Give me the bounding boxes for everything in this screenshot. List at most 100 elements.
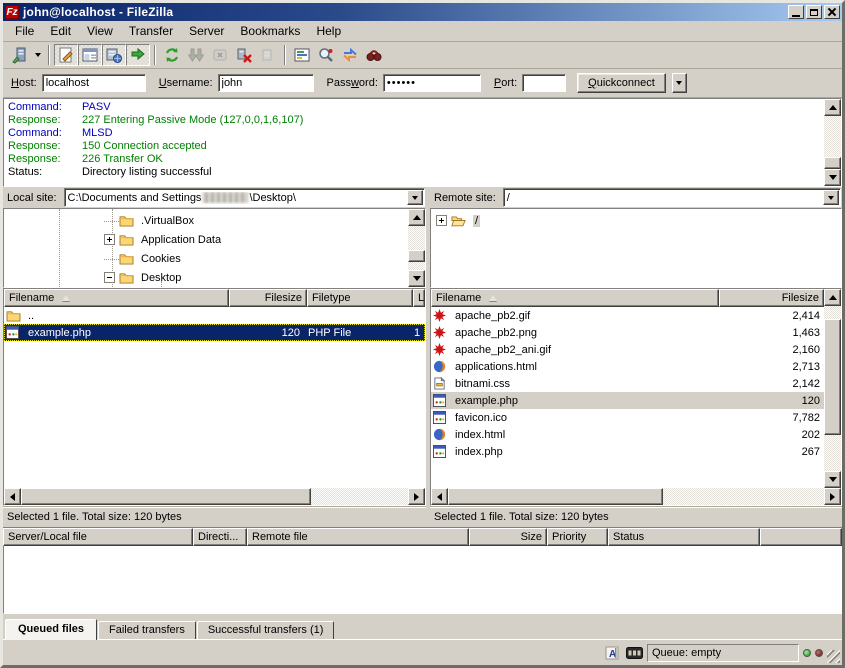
scroll-thumb[interactable] [408,250,425,262]
tab-failed-transfers[interactable]: Failed transfers [98,621,196,639]
toggle-local-tree-button[interactable] [78,44,102,66]
remote-path-dropdown[interactable] [823,190,839,205]
title-bar[interactable]: Fz john@localhost - FileZilla [3,3,842,21]
menu-file[interactable]: File [7,22,42,40]
speed-limit-icon[interactable] [625,645,643,661]
tree-item-virtualbox[interactable]: .VirtualBox [4,211,408,230]
find-button[interactable] [362,44,386,66]
file-row-parent-dir[interactable]: .. [4,307,425,324]
cancel-operation-button[interactable] [208,44,232,66]
refresh-button[interactable] [160,44,184,66]
expand-icon[interactable] [104,234,115,245]
minimize-button[interactable] [788,5,804,19]
scroll-up-button[interactable] [408,209,425,226]
file-row[interactable]: applications.html 2,713 [431,358,824,375]
column-header-filename[interactable]: Filename [4,289,229,307]
tab-queued-files[interactable]: Queued files [5,619,97,640]
tree-item-root[interactable]: / [431,211,841,230]
host-input[interactable] [42,74,146,92]
file-row[interactable]: favicon.ico 7,782 [431,409,824,426]
file-row-example-php[interactable]: example.php 120 PHP File 1 [4,324,425,341]
remote-list-hscrollbar[interactable] [431,488,841,505]
site-manager-button[interactable] [7,44,31,66]
column-header-filetype[interactable]: Filetype [307,289,413,307]
column-header-server-local-file[interactable]: Server/Local file [3,528,193,546]
scroll-left-button[interactable] [431,488,448,505]
menu-help[interactable]: Help [308,22,349,40]
column-header-size[interactable]: Size [469,528,547,546]
scroll-track[interactable] [448,488,824,505]
file-row-selected[interactable]: example.php 120 [431,392,824,409]
close-button[interactable] [824,5,840,19]
process-queue-button[interactable] [184,44,208,66]
scroll-track[interactable] [824,306,841,471]
log-scrollbar[interactable] [824,99,841,186]
column-header-lastmodified[interactable]: L [413,289,425,307]
compare-button[interactable] [314,44,338,66]
remote-list-vscrollbar[interactable] [824,289,841,488]
scroll-up-button[interactable] [824,99,841,116]
file-row[interactable]: apache_pb2_ani.gif 2,160 [431,341,824,358]
queue-body[interactable] [3,546,842,614]
scroll-thumb[interactable] [448,488,663,505]
column-header-direction[interactable]: Directi... [193,528,247,546]
column-header-filesize[interactable]: Filesize [719,289,824,307]
local-list-hscrollbar[interactable] [4,488,425,505]
toggle-queue-button[interactable] [126,44,150,66]
remote-path-combo[interactable]: / [503,188,841,207]
menu-bookmarks[interactable]: Bookmarks [232,22,308,40]
local-path-combo[interactable]: C:\Documents and Settings\Desktop\ [64,188,425,207]
scroll-track[interactable] [824,116,841,169]
menu-edit[interactable]: Edit [42,22,79,40]
column-header-filename[interactable]: Filename [431,289,719,307]
tab-successful-transfers[interactable]: Successful transfers (1) [197,621,335,639]
disconnect-button[interactable] [232,44,256,66]
file-row[interactable]: bitnami.css 2,142 [431,375,824,392]
port-input[interactable] [522,74,566,92]
scroll-thumb[interactable] [824,157,841,169]
scroll-right-button[interactable] [824,488,841,505]
scroll-right-button[interactable] [408,488,425,505]
local-directory-tree[interactable]: .VirtualBox Application Data Cookies [4,209,408,287]
remote-path-value[interactable]: / [504,192,822,204]
sync-browsing-button[interactable] [338,44,362,66]
collapse-icon[interactable] [104,272,115,283]
toggle-remote-tree-button[interactable] [102,44,126,66]
transfer-type-icon[interactable]: A [603,645,621,661]
column-header-status[interactable]: Status [608,528,760,546]
file-row[interactable]: index.php 267 [431,443,824,460]
scroll-thumb[interactable] [824,319,841,435]
remote-directory-tree[interactable]: / [431,209,841,287]
toggle-log-button[interactable] [54,44,78,66]
menu-transfer[interactable]: Transfer [121,22,181,40]
column-header-filesize[interactable]: Filesize [229,289,307,307]
filezilla-app-icon[interactable]: Fz [5,5,19,19]
local-tree-scrollbar[interactable] [408,209,425,287]
scroll-track[interactable] [408,226,425,270]
resize-grip-icon[interactable] [827,650,840,663]
file-row[interactable]: apache_pb2.gif 2,414 [431,307,824,324]
file-row[interactable]: index.html 202 [431,426,824,443]
reconnect-button[interactable] [256,44,280,66]
scroll-up-button[interactable] [824,289,841,306]
filter-button[interactable] [290,44,314,66]
maximize-button[interactable] [806,5,822,19]
column-header-priority[interactable]: Priority [547,528,608,546]
site-manager-dropdown[interactable] [31,44,44,66]
tree-item-desktop[interactable]: Desktop [4,268,408,287]
scroll-down-button[interactable] [408,270,425,287]
quickconnect-button[interactable]: Quickconnect [577,73,666,93]
scroll-thumb[interactable] [21,488,311,505]
menu-view[interactable]: View [79,22,121,40]
tree-item-application-data[interactable]: Application Data [4,230,408,249]
menu-server[interactable]: Server [181,22,232,40]
tree-item-cookies[interactable]: Cookies [4,249,408,268]
username-input[interactable] [218,74,314,92]
scroll-down-button[interactable] [824,471,841,488]
scroll-track[interactable] [21,488,408,505]
local-path-dropdown[interactable] [407,190,423,205]
column-header-remote-file[interactable]: Remote file [247,528,469,546]
file-row[interactable]: apache_pb2.png 1,463 [431,324,824,341]
scroll-down-button[interactable] [824,169,841,186]
local-path-value[interactable]: C:\Documents and Settings\Desktop\ [65,192,406,204]
